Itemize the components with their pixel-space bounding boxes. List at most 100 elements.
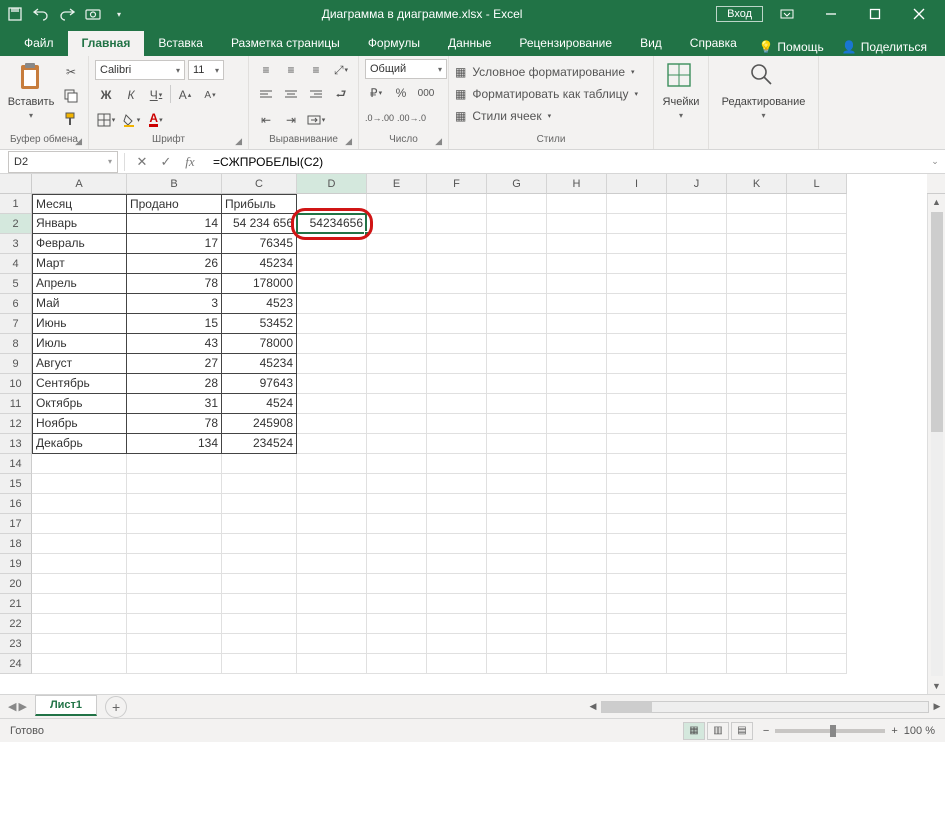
row-header[interactable]: 2 <box>0 214 32 234</box>
cell[interactable] <box>607 394 667 414</box>
cell[interactable] <box>297 354 367 374</box>
cell[interactable] <box>297 414 367 434</box>
cell[interactable] <box>297 594 367 614</box>
qat-customize-icon[interactable]: ▾ <box>110 5 128 23</box>
cell[interactable] <box>607 574 667 594</box>
cell[interactable]: 54234656 <box>297 214 367 234</box>
cell[interactable] <box>547 454 607 474</box>
zoom-level[interactable]: 100 % <box>904 725 935 737</box>
cell[interactable] <box>607 194 667 214</box>
cell[interactable] <box>367 214 427 234</box>
cell[interactable] <box>427 294 487 314</box>
cell[interactable] <box>367 274 427 294</box>
cell[interactable]: 43 <box>127 334 222 354</box>
cell[interactable] <box>127 654 222 674</box>
cell[interactable] <box>487 194 547 214</box>
align-right-icon[interactable] <box>305 85 327 105</box>
cell[interactable] <box>222 614 297 634</box>
cell[interactable]: 45234 <box>222 354 297 374</box>
cell[interactable] <box>487 274 547 294</box>
percent-format-icon[interactable]: % <box>390 83 412 103</box>
cell[interactable] <box>297 234 367 254</box>
cell[interactable] <box>367 194 427 214</box>
cell[interactable] <box>727 374 787 394</box>
cell[interactable] <box>607 634 667 654</box>
cell[interactable] <box>427 474 487 494</box>
fill-color-button[interactable]: ▾ <box>120 110 142 130</box>
cell[interactable] <box>607 614 667 634</box>
cell[interactable] <box>667 414 727 434</box>
cell[interactable] <box>667 214 727 234</box>
maximize-icon[interactable] <box>855 2 895 26</box>
cell[interactable] <box>297 274 367 294</box>
cancel-formula-icon[interactable]: ✕ <box>131 152 153 172</box>
cell[interactable] <box>727 514 787 534</box>
cell[interactable] <box>787 554 847 574</box>
cell[interactable] <box>787 434 847 454</box>
cell[interactable] <box>667 314 727 334</box>
cell[interactable] <box>32 634 127 654</box>
cell[interactable]: 45234 <box>222 254 297 274</box>
cell[interactable] <box>727 614 787 634</box>
cell[interactable] <box>297 374 367 394</box>
cell[interactable] <box>727 454 787 474</box>
cell[interactable] <box>127 534 222 554</box>
cell[interactable] <box>667 234 727 254</box>
row-header[interactable]: 13 <box>0 434 32 454</box>
cell[interactable] <box>427 254 487 274</box>
cell[interactable] <box>667 394 727 414</box>
cell[interactable] <box>547 314 607 334</box>
cell[interactable] <box>787 314 847 334</box>
cell[interactable]: Сентябрь <box>32 374 127 394</box>
row-header[interactable]: 24 <box>0 654 32 674</box>
cell[interactable] <box>127 554 222 574</box>
cell[interactable] <box>607 534 667 554</box>
cell[interactable] <box>727 214 787 234</box>
cell[interactable] <box>367 454 427 474</box>
tab-page-layout[interactable]: Разметка страницы <box>217 31 354 56</box>
cell[interactable] <box>297 334 367 354</box>
cell[interactable] <box>787 634 847 654</box>
cell[interactable] <box>727 574 787 594</box>
cell[interactable] <box>297 314 367 334</box>
cell[interactable] <box>787 614 847 634</box>
tab-insert[interactable]: Вставка <box>144 31 217 56</box>
row-header[interactable]: 4 <box>0 254 32 274</box>
cell[interactable] <box>667 294 727 314</box>
cell-styles-button[interactable]: ▦Стили ячеек▾ <box>455 106 647 126</box>
cell[interactable] <box>787 234 847 254</box>
cell[interactable] <box>667 614 727 634</box>
cell[interactable] <box>547 474 607 494</box>
cell[interactable] <box>607 334 667 354</box>
cell[interactable]: 4523 <box>222 294 297 314</box>
zoom-out-button[interactable]: − <box>763 725 769 737</box>
cell[interactable] <box>367 434 427 454</box>
cell[interactable] <box>222 594 297 614</box>
format-painter-icon[interactable] <box>60 109 82 131</box>
cell[interactable] <box>427 394 487 414</box>
cell[interactable] <box>787 454 847 474</box>
cell[interactable] <box>607 254 667 274</box>
cell[interactable]: 15 <box>127 314 222 334</box>
tab-review[interactable]: Рецензирование <box>505 31 626 56</box>
cell[interactable] <box>787 274 847 294</box>
cell[interactable] <box>727 634 787 654</box>
cell[interactable] <box>787 474 847 494</box>
ribbon-options-icon[interactable] <box>767 2 807 26</box>
column-header[interactable]: H <box>547 174 607 194</box>
borders-button[interactable]: ▾ <box>95 110 117 130</box>
cell[interactable] <box>297 394 367 414</box>
save-icon[interactable] <box>6 5 24 23</box>
cell[interactable] <box>297 534 367 554</box>
cell[interactable] <box>127 494 222 514</box>
cell[interactable] <box>787 394 847 414</box>
cell[interactable] <box>547 234 607 254</box>
cell[interactable] <box>367 514 427 534</box>
cell[interactable]: Октябрь <box>32 394 127 414</box>
paste-button[interactable]: Вставить ▾ <box>6 59 56 122</box>
cell[interactable] <box>667 374 727 394</box>
cell[interactable] <box>487 394 547 414</box>
cell[interactable] <box>367 574 427 594</box>
sheet-tab-active[interactable]: Лист1 <box>35 695 97 716</box>
cell[interactable] <box>607 494 667 514</box>
